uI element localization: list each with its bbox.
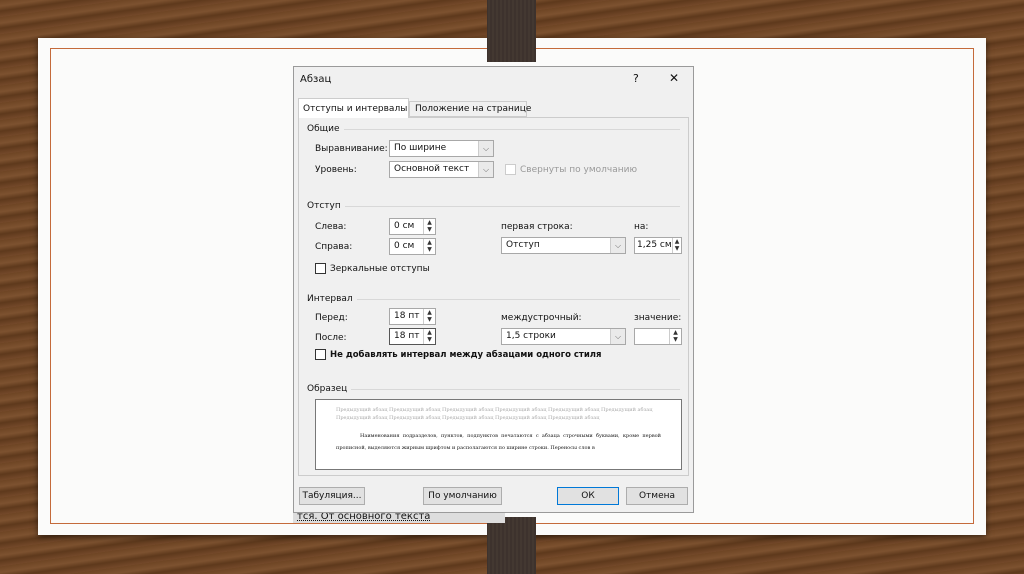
preview-sample-text: Наименования подразделов, пунктов, подпу… — [336, 433, 661, 451]
level-select[interactable]: Основной текст ⌵ — [389, 161, 494, 178]
tab-panel: Общие Выравнивание: По ширине ⌵ Уровень: … — [298, 117, 689, 476]
by-input[interactable]: 1,25 см ▲ ▼ — [634, 237, 682, 254]
close-icon[interactable]: ✕ — [669, 71, 679, 85]
by-label: на: — [634, 222, 649, 232]
alignment-label: Выравнивание: — [315, 144, 388, 154]
general-heading: Общие — [307, 124, 680, 134]
strap-bottom — [487, 517, 536, 574]
mirror-indents-checkbox[interactable] — [315, 263, 326, 274]
level-label: Уровень: — [315, 165, 357, 175]
strap-top — [487, 0, 536, 62]
spinner-icon[interactable]: ▲ ▼ — [672, 238, 681, 253]
right-indent-label: Справа: — [315, 242, 353, 252]
at-input[interactable]: ▲ ▼ — [634, 328, 682, 345]
tabs-button[interactable]: Табуляция... — [299, 487, 365, 505]
chevron-down-icon: ⌵ — [478, 162, 493, 177]
chevron-down-icon: ⌵ — [610, 238, 625, 253]
left-indent-input[interactable]: 0 см ▲ ▼ — [389, 218, 436, 235]
preview-box: Предыдущий абзац Предыдущий абзац Предыд… — [315, 399, 682, 470]
no-space-checkbox[interactable] — [315, 349, 326, 360]
preview-previous-text: Предыдущий абзац Предыдущий абзац Предыд… — [336, 407, 653, 421]
spinner-icon[interactable]: ▲ ▼ — [669, 329, 681, 344]
document-text: тся. От основного текста — [293, 512, 505, 523]
chevron-down-icon: ⌵ — [478, 141, 493, 156]
dialog-title: Абзац — [300, 74, 332, 85]
tab-line-page-breaks[interactable]: Положение на странице — [409, 101, 531, 117]
spinner-icon[interactable]: ▲ ▼ — [423, 219, 435, 234]
collapsed-checkbox[interactable] — [505, 164, 516, 175]
tab-indents-spacing[interactable]: Отступы и интервалы — [298, 98, 409, 118]
no-space-label: Не добавлять интервал между абзацами одн… — [330, 350, 602, 360]
alignment-select[interactable]: По ширине ⌵ — [389, 140, 494, 157]
after-label: После: — [315, 333, 347, 343]
chevron-down-icon: ⌵ — [610, 329, 625, 344]
at-label: значение: — [634, 313, 682, 323]
indent-heading: Отступ — [307, 201, 680, 211]
paragraph-dialog: Абзац ? ✕ Отступы и интервалы Положение … — [293, 66, 694, 513]
collapsed-label: Свернуты по умолчанию — [520, 165, 638, 175]
help-button[interactable]: ? — [633, 72, 639, 85]
first-line-label: первая строка: — [501, 222, 573, 232]
mirror-indents-label: Зеркальные отступы — [330, 264, 430, 274]
ok-button[interactable]: ОК — [557, 487, 619, 505]
before-label: Перед: — [315, 313, 348, 323]
line-spacing-label: междустрочный: — [501, 313, 582, 323]
line-spacing-select[interactable]: 1,5 строки ⌵ — [501, 328, 626, 345]
first-line-select[interactable]: Отступ ⌵ — [501, 237, 626, 254]
set-default-button[interactable]: По умолчанию — [423, 487, 502, 505]
before-input[interactable]: 18 пт ▲ ▼ — [389, 308, 436, 325]
spinner-icon[interactable]: ▲ ▼ — [423, 239, 435, 254]
right-indent-input[interactable]: 0 см ▲ ▼ — [389, 238, 436, 255]
left-indent-label: Слева: — [315, 222, 347, 232]
spinner-icon[interactable]: ▲ ▼ — [423, 329, 435, 344]
spinner-icon[interactable]: ▲ ▼ — [423, 309, 435, 324]
cancel-button[interactable]: Отмена — [626, 487, 688, 505]
spacing-heading: Интервал — [307, 294, 680, 304]
preview-heading: Образец — [307, 384, 680, 394]
after-input[interactable]: 18 пт ▲ ▼ — [389, 328, 436, 345]
